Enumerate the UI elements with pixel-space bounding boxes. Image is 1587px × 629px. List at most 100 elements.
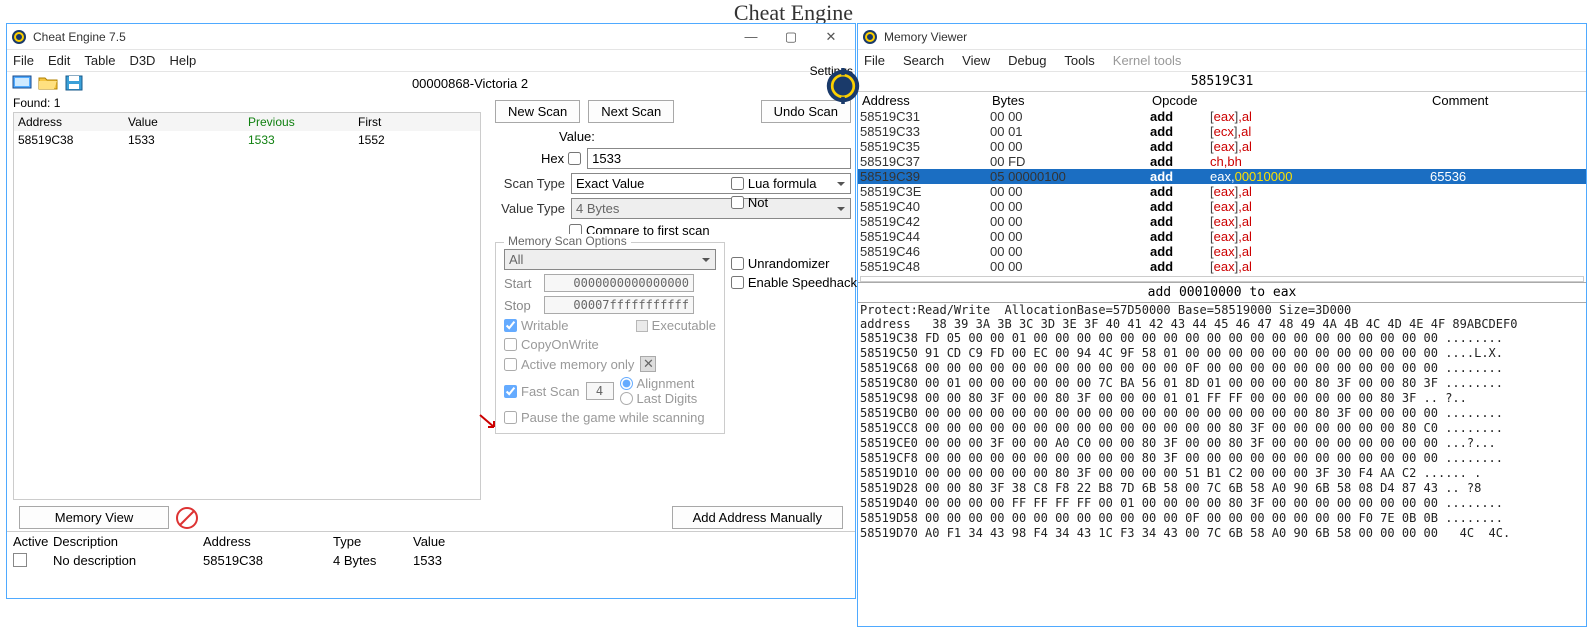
alignment-radio[interactable]: Alignment [620, 376, 698, 391]
disassembly-list[interactable]: 58519C3100 00add[eax],al58519C3300 01add… [858, 109, 1586, 274]
maximize-button[interactable]: ▢ [771, 26, 811, 48]
app-icon [11, 29, 27, 45]
mv-titlebar[interactable]: Memory Viewer [858, 24, 1586, 50]
menu-table[interactable]: Table [84, 53, 115, 68]
save-icon[interactable] [63, 74, 85, 92]
disasm-row[interactable]: 58519C3100 00add[eax],al [858, 109, 1586, 124]
results-list[interactable]: Address Value Previous First 58519C38 15… [13, 112, 481, 500]
disasm-header: Address Bytes Opcode Comment [858, 92, 1586, 109]
value-input[interactable] [587, 148, 851, 169]
active-checkbox[interactable] [13, 553, 27, 567]
mv-menu-tools[interactable]: Tools [1064, 53, 1094, 68]
menu-edit[interactable]: Edit [48, 53, 70, 68]
start-label: Start [504, 276, 538, 291]
titlebar[interactable]: Cheat Engine 7.5 — ▢ ✕ [7, 24, 855, 50]
value-label: Value: [559, 129, 595, 144]
disasm-row[interactable]: 58519C3500 00add[eax],al [858, 139, 1586, 154]
col-addr2[interactable]: Address [203, 534, 333, 549]
value-type-label: Value Type [495, 201, 565, 216]
instruction-info: add 00010000 to eax [858, 282, 1586, 303]
mv-title: Memory Viewer [884, 30, 1582, 44]
new-scan-button[interactable]: New Scan [495, 100, 580, 123]
group-title: Memory Scan Options [504, 234, 631, 248]
cheat-engine-window: Cheat Engine 7.5 — ▢ ✕ File Edit Table D… [6, 23, 856, 599]
disasm-row[interactable]: 58519C4000 00add[eax],al [858, 199, 1586, 214]
fast-scan-checkbox[interactable]: Fast Scan [504, 384, 580, 399]
hex-checkbox[interactable]: Hex [541, 151, 581, 166]
col-value[interactable]: Value [124, 113, 244, 131]
window-title: Cheat Engine 7.5 [33, 30, 731, 44]
disasm-row[interactable]: 58519C3700 FDaddch,bh [858, 154, 1586, 169]
col-active[interactable]: Active [13, 534, 53, 549]
col-val2[interactable]: Value [413, 534, 513, 549]
close-button[interactable]: ✕ [811, 26, 851, 48]
mv-menu-file[interactable]: File [864, 53, 885, 68]
add-address-manually-button[interactable]: Add Address Manually [672, 506, 843, 529]
speedhack-checkbox[interactable]: Enable Speedhack [731, 275, 857, 290]
mv-menu-search[interactable]: Search [903, 53, 944, 68]
results-row[interactable]: 58519C38 1533 1533 1552 [14, 131, 480, 149]
memory-view-button[interactable]: Memory View [19, 506, 169, 529]
mv-menubar: File Search View Debug Tools Kernel tool… [858, 50, 1586, 72]
dh-address[interactable]: Address [860, 93, 990, 108]
current-address: 58519C31 [858, 72, 1586, 92]
unrandomizer-checkbox[interactable]: Unrandomizer [731, 256, 857, 271]
hex-header: address 38 39 3A 3B 3C 3D 3E 3F 40 41 42… [858, 317, 1586, 331]
dh-opcode[interactable]: Opcode [1150, 93, 1210, 108]
found-count: Found: 1 [7, 94, 487, 112]
clear-icon[interactable]: ✕ [640, 356, 656, 372]
disasm-row[interactable]: 58519C4800 00add[eax],al [858, 259, 1586, 274]
minimize-button[interactable]: — [731, 26, 771, 48]
scan-type-label: Scan Type [495, 176, 565, 191]
disasm-row[interactable]: 58519C4600 00add[eax],al [858, 244, 1586, 259]
address-list-header: Active Description Address Type Value [7, 532, 855, 551]
mv-menu-view[interactable]: View [962, 53, 990, 68]
hex-dump[interactable]: 58519C38 FD 05 00 00 01 00 00 00 00 00 0… [858, 331, 1586, 541]
col-first[interactable]: First [354, 113, 454, 131]
col-desc[interactable]: Description [53, 534, 203, 549]
disasm-row[interactable]: 58519C4200 00add[eax],al [858, 214, 1586, 229]
open-file-icon[interactable] [37, 74, 59, 92]
arrow-icon [478, 413, 496, 431]
col-address[interactable]: Address [14, 113, 124, 131]
results-header: Address Value Previous First [14, 113, 480, 131]
dh-bytes[interactable]: Bytes [990, 93, 1150, 108]
active-memory-checkbox[interactable]: Active memory only [504, 357, 634, 372]
dh-comment[interactable]: Comment [1430, 93, 1584, 108]
stop-label: Stop [504, 298, 538, 313]
region-combo[interactable]: All [504, 249, 716, 270]
mv-menu-kernel[interactable]: Kernel tools [1113, 53, 1182, 68]
disasm-row[interactable]: 58519C3905 00000100addeax,0001000065536 [858, 169, 1586, 184]
not-checkbox[interactable]: Not [731, 195, 857, 210]
cheat-engine-logo [825, 68, 861, 104]
menu-d3d[interactable]: D3D [129, 53, 155, 68]
executable-checkbox[interactable]: Executable [636, 318, 716, 333]
menu-help[interactable]: Help [169, 53, 196, 68]
menubar: File Edit Table D3D Help [7, 50, 855, 72]
memory-scan-options-group: Memory Scan Options All Start Stop Writa… [495, 242, 725, 434]
writable-checkbox[interactable]: Writable [504, 318, 568, 333]
lua-formula-checkbox[interactable]: Lua formula [731, 176, 857, 191]
disasm-row[interactable]: 58519C4400 00add[eax],al [858, 229, 1586, 244]
open-process-icon[interactable] [11, 74, 33, 92]
fast-scan-value[interactable] [586, 382, 614, 400]
mv-menu-debug[interactable]: Debug [1008, 53, 1046, 68]
address-list-row[interactable]: No description 58519C38 4 Bytes 1533 [7, 551, 855, 572]
copyonwrite-checkbox[interactable]: CopyOnWrite [504, 337, 599, 352]
memory-viewer-window: Memory Viewer File Search View Debug Too… [857, 23, 1587, 627]
process-name: 00000868-Victoria 2 [89, 76, 851, 91]
protect-line: Protect:Read/Write AllocationBase=57D500… [858, 303, 1586, 317]
next-scan-button[interactable]: Next Scan [588, 100, 674, 123]
disasm-row[interactable]: 58519C3E00 00add[eax],al [858, 184, 1586, 199]
pause-checkbox[interactable]: Pause the game while scanning [504, 410, 705, 425]
menu-file[interactable]: File [13, 53, 34, 68]
col-type[interactable]: Type [333, 534, 413, 549]
lastdigits-radio[interactable]: Last Digits [620, 391, 698, 406]
disasm-row[interactable]: 58519C3300 01add[ecx],al [858, 124, 1586, 139]
col-previous[interactable]: Previous [244, 113, 354, 131]
start-input[interactable] [544, 274, 694, 292]
stop-input[interactable] [544, 296, 694, 314]
toolbar: 00000868-Victoria 2 [7, 72, 855, 94]
no-icon [175, 506, 199, 530]
app-icon [862, 29, 878, 45]
